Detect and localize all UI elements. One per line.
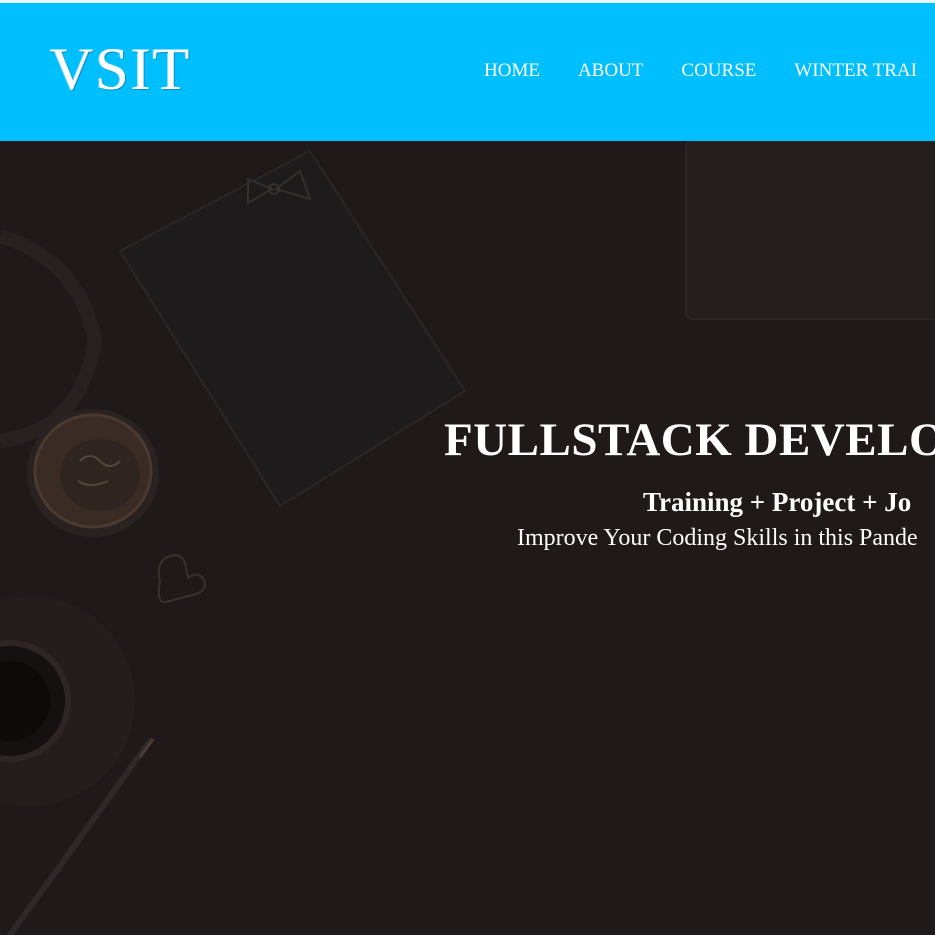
notebook-icon	[118, 149, 467, 508]
nav-item-about[interactable]: ABOUT	[578, 59, 643, 83]
page: VSIT HOME ABOUT COURSE WINTER TRAI FULLS…	[0, 0, 935, 935]
main-nav: HOME ABOUT COURSE WINTER TRAI	[484, 59, 935, 83]
hero-subtitle: Training + Project + Jo	[643, 487, 912, 518]
navbar: VSIT HOME ABOUT COURSE WINTER TRAI	[0, 3, 935, 141]
hero-title: FULLSTACK DEVELO	[444, 414, 935, 467]
nav-item-course[interactable]: COURSE	[681, 59, 756, 83]
nav-item-home[interactable]: HOME	[484, 59, 540, 83]
coffee-cup-icon	[0, 596, 135, 806]
coin-jar-icon	[27, 409, 159, 537]
nav-item-winter-training[interactable]: WINTER TRAI	[794, 59, 917, 83]
paper-clip-icon	[157, 554, 206, 604]
site-logo[interactable]: VSIT	[50, 37, 191, 101]
tablet-icon	[685, 141, 935, 320]
hero-section: FULLSTACK DEVELO Training + Project + Jo…	[0, 141, 935, 935]
hero-tagline: Improve Your Coding Skills in this Pande	[517, 525, 918, 551]
